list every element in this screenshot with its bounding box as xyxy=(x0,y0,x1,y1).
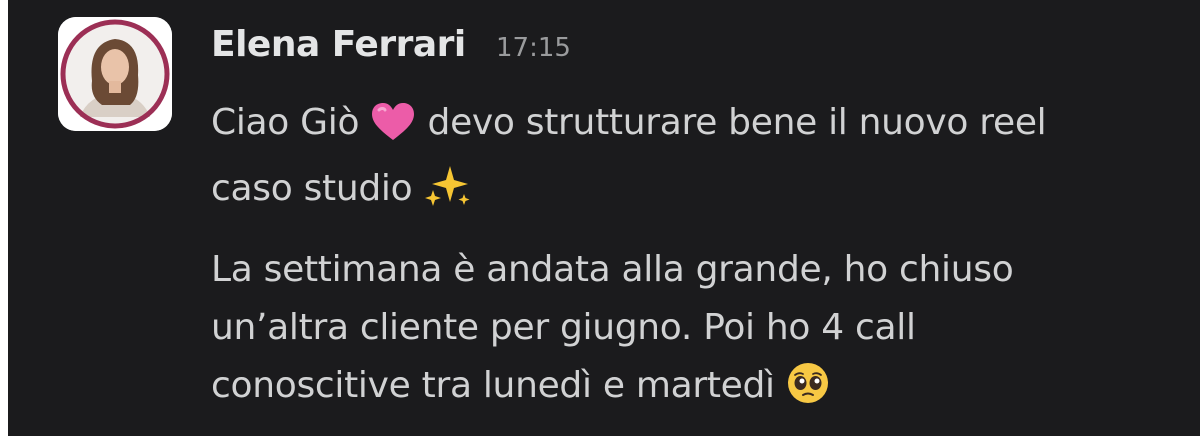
message-line: caso studio xyxy=(211,160,1046,226)
message-paragraph-1: Ciao Giò devo strutturare bene il nuovo … xyxy=(211,94,1047,226)
sender-name[interactable]: Elena Ferrari xyxy=(211,24,466,65)
sparkles-icon xyxy=(424,164,472,226)
message-line: conoscitive tra lunedì e martedì xyxy=(211,357,1013,423)
message-line: Ciao Giò devo strutturare bene il nuovo … xyxy=(211,94,1047,160)
pleading-face-icon xyxy=(786,361,830,423)
message-container: Elena Ferrari 17:15 Ciao Giò devo strutt… xyxy=(8,0,1200,436)
message-text: Ciao Giò xyxy=(211,102,360,143)
message-text: devo strutturare bene il nuovo reel xyxy=(427,102,1047,143)
avatar-photo xyxy=(58,17,172,131)
message-line: La settimana è andata alla grande, ho ch… xyxy=(211,249,1014,290)
message-text: caso studio xyxy=(211,168,413,209)
message-line: un’altra cliente per giugno. Poi ho 4 ca… xyxy=(211,307,916,348)
message-text: conoscitive tra lunedì e martedì xyxy=(211,365,775,406)
avatar[interactable] xyxy=(58,17,172,131)
message-timestamp[interactable]: 17:15 xyxy=(496,33,571,63)
pink-heart-icon xyxy=(370,102,416,160)
message-paragraph-2: La settimana è andata alla grande, ho ch… xyxy=(211,241,1014,423)
